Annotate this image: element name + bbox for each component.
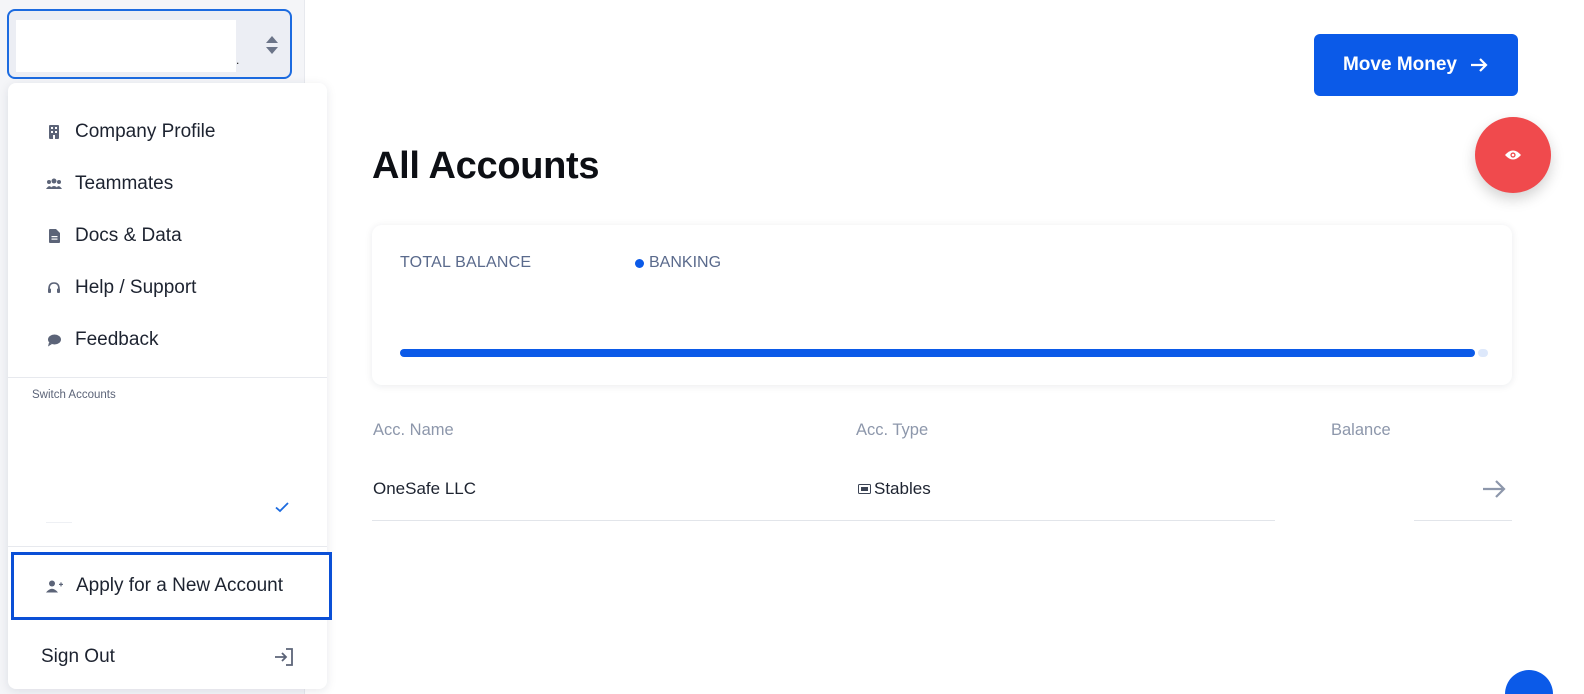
account-name-cell[interactable]: OneSafe LLC <box>373 479 476 499</box>
menu-item-teammates[interactable]: Teammates <box>8 162 327 206</box>
row-arrow-icon[interactable] <box>1481 478 1507 500</box>
balance-card: TOTAL BALANCE BANKING <box>372 225 1512 385</box>
column-header-name: Acc. Name <box>373 421 454 439</box>
users-icon <box>46 176 62 192</box>
row-divider <box>1414 520 1512 521</box>
total-balance-label: TOTAL BALANCE <box>400 254 532 271</box>
remaining-bar-segment <box>1478 349 1488 357</box>
check-icon <box>275 502 289 513</box>
menu-divider <box>8 546 327 547</box>
account-type-label: Stables <box>874 479 931 498</box>
sign-out-button[interactable]: Sign Out <box>8 635 327 679</box>
document-icon <box>46 228 62 244</box>
add-user-icon <box>46 578 64 594</box>
banking-bar-fill <box>400 349 1476 357</box>
building-icon <box>46 124 62 140</box>
column-header-balance: Balance <box>1331 421 1391 439</box>
row-divider <box>372 520 1275 521</box>
legend-dot <box>635 258 644 268</box>
sign-out-label: Sign Out <box>41 646 115 667</box>
menu-item-label: Help / Support <box>75 277 197 298</box>
apply-new-account-button[interactable]: Apply for a New Account <box>11 552 332 620</box>
account-selector[interactable]: . <box>7 9 292 79</box>
menu-divider <box>8 377 327 378</box>
apply-new-account-label: Apply for a New Account <box>76 575 283 596</box>
arrow-right-icon <box>1471 58 1488 72</box>
account-name-box <box>16 20 236 72</box>
eye-icon <box>1505 150 1521 160</box>
balance-bar <box>400 349 1488 357</box>
chat-support-button[interactable] <box>1505 670 1553 694</box>
sign-out-icon <box>275 648 293 666</box>
banking-legend: BANKING <box>635 254 721 272</box>
account-name-ellipsis: . <box>236 53 240 67</box>
account-dropdown-menu: Company Profile Teammates Docs & Data He… <box>8 83 332 689</box>
move-money-button[interactable]: Move Money <box>1314 34 1518 96</box>
menu-item-label: Company Profile <box>75 121 216 142</box>
updown-chevron-icon <box>266 36 278 54</box>
account-placeholder-line <box>46 522 72 523</box>
menu-item-company-profile[interactable]: Company Profile <box>8 110 327 154</box>
menu-item-label: Teammates <box>75 173 174 194</box>
menu-item-help-support[interactable]: Help / Support <box>8 266 327 310</box>
menu-item-feedback[interactable]: Feedback <box>8 318 327 362</box>
headset-icon <box>46 280 62 296</box>
switch-accounts-heading: Switch Accounts <box>32 389 116 401</box>
page-title: All Accounts <box>372 145 600 187</box>
menu-item-label: Feedback <box>75 329 159 350</box>
menu-item-docs-data[interactable]: Docs & Data <box>8 214 327 258</box>
banking-legend-label: BANKING <box>649 254 722 271</box>
account-type-icon <box>858 484 871 494</box>
menu-item-label: Docs & Data <box>75 225 182 246</box>
move-money-label: Move Money <box>1342 54 1458 75</box>
chat-bubble-icon <box>46 332 62 348</box>
column-header-type: Acc. Type <box>856 421 929 439</box>
toggle-visibility-button[interactable] <box>1475 117 1551 193</box>
account-type-cell: Stables <box>858 479 931 499</box>
